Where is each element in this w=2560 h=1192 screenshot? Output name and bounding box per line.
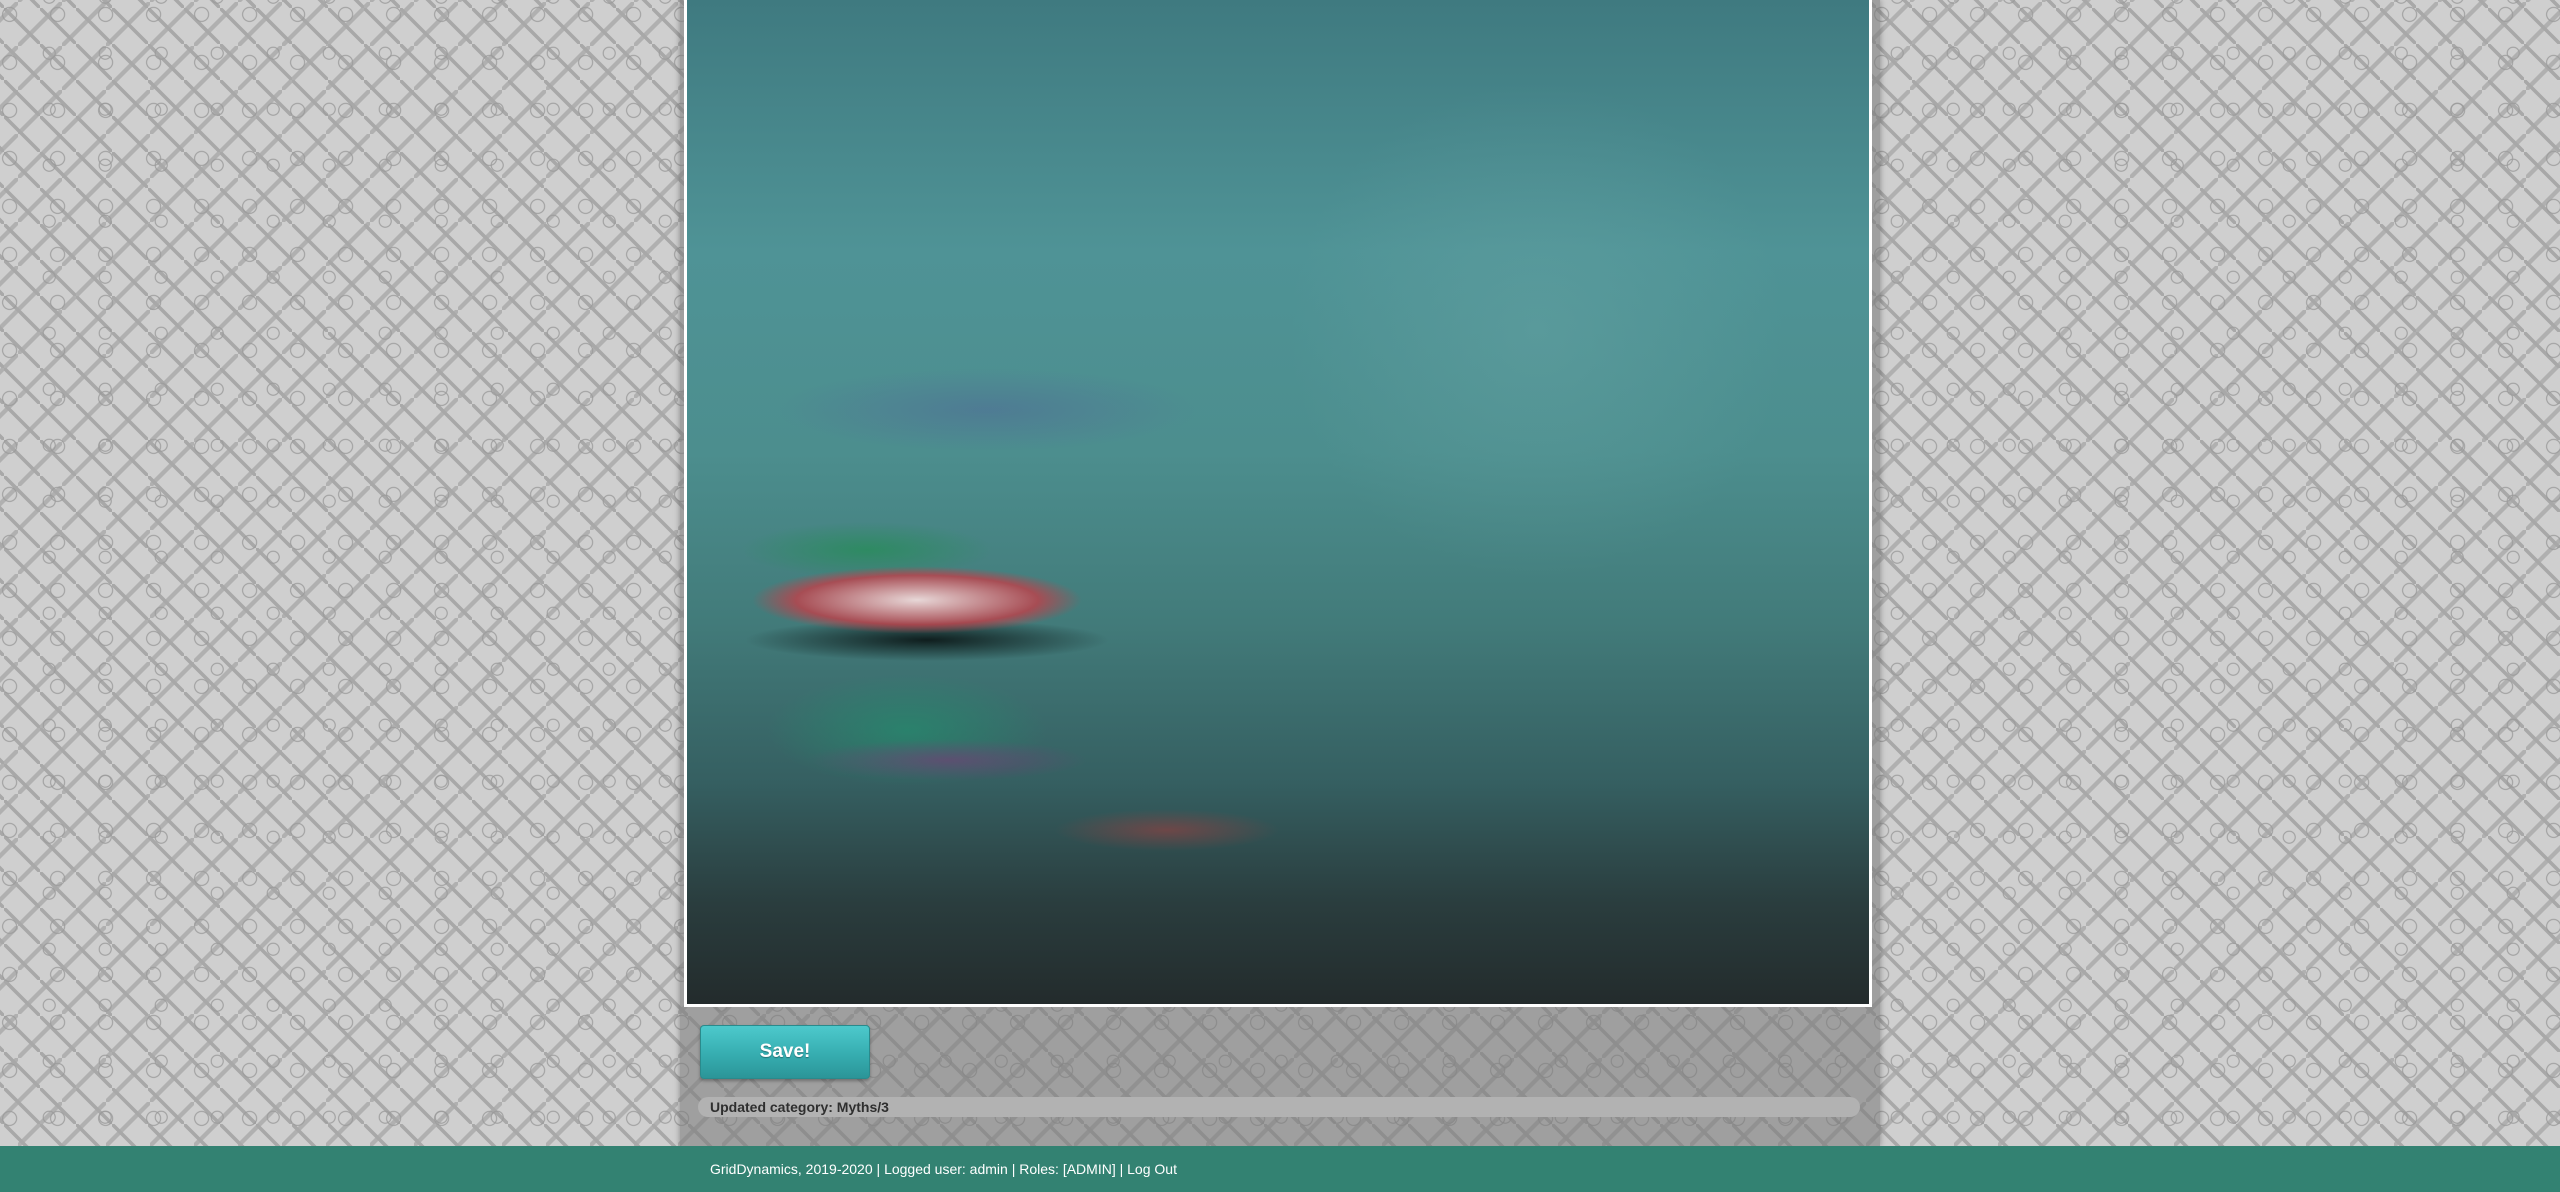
logout-link[interactable]: Log Out <box>1127 1161 1177 1177</box>
footer-separator: | <box>872 1161 885 1177</box>
footer-separator: | <box>1115 1161 1128 1177</box>
save-button[interactable]: Save! <box>700 1025 870 1079</box>
status-message: Updated category: Myths/3 <box>698 1097 1860 1117</box>
footer-copyright: GridDynamics, 2019-2020 <box>710 1161 873 1177</box>
category-image <box>684 0 1872 1007</box>
image-glow <box>1287 80 1787 580</box>
footer-separator: | <box>1007 1161 1020 1177</box>
footer: GridDynamics, 2019-2020 | Logged user: a… <box>0 1146 2560 1192</box>
footer-logged-user: Logged user: admin <box>884 1161 1008 1177</box>
footer-text: GridDynamics, 2019-2020 | Logged user: a… <box>710 1146 1177 1192</box>
content-column: Save! Updated category: Myths/3 <box>680 0 1880 1146</box>
footer-roles: Roles: [ADMIN] <box>1019 1161 1116 1177</box>
